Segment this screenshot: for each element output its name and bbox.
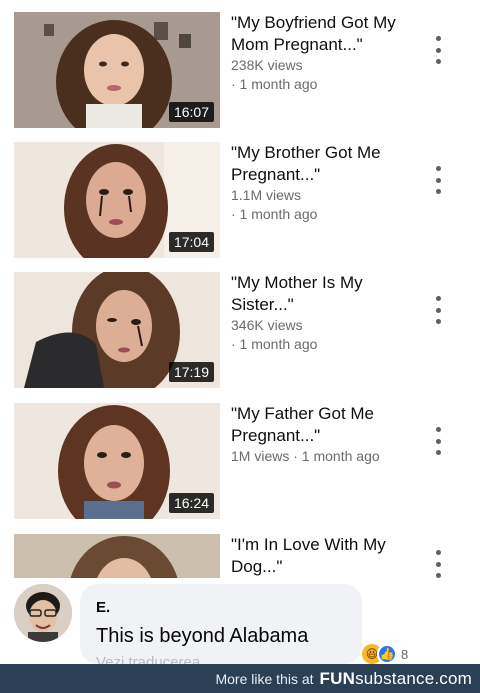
video-duration: 17:04 <box>168 232 214 252</box>
video-duration: 17:19 <box>168 362 214 382</box>
video-age: · 1 month ago <box>231 336 318 352</box>
like-reaction-icon: 👍 <box>377 644 397 664</box>
video-meta: "My Mother Is My Sister..." 346K views ·… <box>231 272 421 354</box>
more-vert-icon[interactable] <box>428 36 448 64</box>
avatar-image <box>14 584 72 642</box>
video-item[interactable]: 16:07 "My Boyfriend Got My Mom Pregnant.… <box>0 12 480 130</box>
video-item[interactable]: 17:19 "My Mother Is My Sister..." 346K v… <box>0 272 480 390</box>
video-title[interactable]: "My Brother Got Me Pregnant..." <box>231 142 421 186</box>
video-views-age: 1M views · 1 month ago <box>231 447 421 466</box>
video-age: · 1 month ago <box>231 206 318 222</box>
video-meta: "My Father Got Me Pregnant..." 1M views … <box>231 403 421 466</box>
redaction <box>114 599 225 615</box>
more-vert-icon[interactable] <box>428 550 448 578</box>
video-list: 16:07 "My Boyfriend Got My Mom Pregnant.… <box>0 0 480 580</box>
video-thumbnail[interactable]: 16:07 <box>14 12 220 128</box>
footer-text: More like this at <box>215 670 314 687</box>
video-duration: 16:24 <box>168 493 214 513</box>
more-vert-icon[interactable] <box>428 166 448 194</box>
video-views: 346K views <box>231 317 303 333</box>
video-thumbnail[interactable]: 17:19 <box>14 272 220 388</box>
video-age: · 1 month ago <box>231 76 318 92</box>
avatar[interactable] <box>14 584 72 642</box>
reaction-count: 8 <box>401 646 409 662</box>
comment-author[interactable]: E. <box>96 599 110 616</box>
thumbnail-image <box>14 534 220 580</box>
video-title[interactable]: "My Boyfriend Got My Mom Pregnant..." <box>231 12 421 56</box>
video-title[interactable]: "I'm In Love With My Dog..." <box>231 534 421 578</box>
see-translation-link[interactable]: Vezi traducerea <box>96 654 200 664</box>
video-meta: "I'm In Love With My Dog..." <box>231 534 421 578</box>
footer-banner: More like this at FUNsubstance.com <box>0 664 480 693</box>
video-thumbnail[interactable] <box>14 534 220 580</box>
video-title[interactable]: "My Father Got Me Pregnant..." <box>231 403 421 447</box>
more-vert-icon[interactable] <box>428 296 448 324</box>
video-item[interactable]: 17:04 "My Brother Got Me Pregnant..." 1.… <box>0 142 480 260</box>
comment-text: This is beyond Alabama <box>96 625 309 647</box>
video-item[interactable]: "I'm In Love With My Dog..." <box>0 534 480 580</box>
video-title[interactable]: "My Mother Is My Sister..." <box>231 272 421 316</box>
video-thumbnail[interactable]: 16:24 <box>14 403 220 519</box>
brand-bold: FUN <box>319 668 356 688</box>
site-logo[interactable]: FUNsubstance.com <box>320 669 472 689</box>
video-thumbnail[interactable]: 17:04 <box>14 142 220 258</box>
video-meta: "My Brother Got Me Pregnant..." 1.1M vie… <box>231 142 421 224</box>
video-views: 1M views <box>231 448 290 464</box>
video-views: 238K views <box>231 57 303 73</box>
video-item[interactable]: 16:24 "My Father Got Me Pregnant..." 1M … <box>0 403 480 521</box>
comment: E. This is beyond Alabama Vezi traducere… <box>0 578 480 664</box>
reaction-summary[interactable]: 😆 👍 8 <box>360 644 413 664</box>
video-age: · 1 month ago <box>293 448 380 464</box>
video-views: 1.1M views <box>231 187 302 203</box>
more-vert-icon[interactable] <box>428 427 448 455</box>
brand-rest: substance.com <box>355 668 472 688</box>
comment-bubble: E. This is beyond Alabama Vezi traducere… <box>80 584 362 664</box>
video-meta: "My Boyfriend Got My Mom Pregnant..." 23… <box>231 12 421 94</box>
comment-author-row: E. <box>96 598 225 616</box>
video-duration: 16:07 <box>168 102 214 122</box>
